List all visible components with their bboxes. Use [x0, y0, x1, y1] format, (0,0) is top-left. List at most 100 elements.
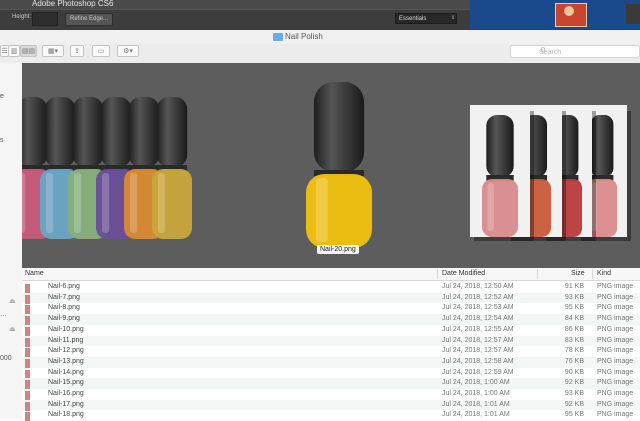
column-name-header[interactable]: Name — [25, 270, 44, 277]
left-bottles-stack[interactable] — [22, 97, 192, 239]
file-date: Jul 24, 2018, 1:00 AM — [442, 390, 510, 397]
file-date: Jul 24, 2018, 12:53 AM — [442, 304, 514, 312]
file-size: 92 KB — [564, 400, 584, 408]
file-name: Nail-13.png — [48, 357, 84, 365]
file-size: 78 KB — [564, 347, 584, 355]
file-kind: PNG image — [597, 390, 634, 397]
file-size: 84 KB — [564, 315, 584, 323]
file-size: 91 KB — [564, 283, 584, 290]
png-file-icon — [25, 401, 30, 411]
folder-icon — [273, 33, 283, 41]
file-name: Nail-15.png — [48, 379, 84, 387]
workspace-select[interactable]: Essentials — [395, 13, 457, 24]
eject-icon[interactable]: ⏏ — [9, 297, 16, 305]
png-file-icon — [25, 369, 30, 379]
gear-icon[interactable]: ⚙▾ — [117, 45, 139, 57]
file-size: 83 KB — [564, 336, 584, 344]
table-row[interactable]: Nail-12.png Jul 24, 2018, 12:57 AM 78 KB PN… — [22, 346, 640, 358]
file-name: Nail-17.png — [48, 400, 84, 408]
file-kind: PNG image — [597, 357, 634, 365]
table-row[interactable]: Nail-16.png Jul 24, 2018, 1:00 AM 93 KB PNG… — [22, 389, 640, 400]
file-name: Nail-8.png — [48, 304, 80, 312]
view-coverflow-icon[interactable]: ▤▤ — [20, 45, 37, 57]
file-size: 95 KB — [564, 304, 584, 312]
center-bottle-preview[interactable] — [306, 82, 372, 248]
png-file-icon — [25, 337, 30, 347]
table-row[interactable]: Nail-7.png Jul 24, 2018, 12:52 AM 93 KB PNG… — [22, 292, 640, 304]
file-date: Jul 24, 2018, 1:00 AM — [442, 379, 510, 387]
table-row[interactable]: Nail-13.png Jul 24, 2018, 12:58 AM 76 KB PN… — [22, 356, 640, 368]
file-size: 93 KB — [564, 390, 584, 397]
png-file-icon — [25, 358, 30, 368]
png-file-icon — [25, 294, 30, 304]
tag-icon[interactable]: ▭ — [92, 45, 110, 57]
file-name: Nail-9.png — [48, 315, 80, 323]
file-name: Nail-10.png — [48, 325, 84, 333]
file-name: Nail-6.png — [48, 283, 80, 290]
eject-icon-2[interactable]: ⏏ — [9, 325, 16, 333]
table-row[interactable]: Nail-11.png Jul 24, 2018, 12:57 AM 83 KB PN… — [22, 335, 640, 347]
sidebar-fragment-2[interactable]: s — [0, 137, 4, 144]
height-field[interactable] — [32, 12, 58, 26]
nail-polish-bottle[interactable] — [152, 97, 192, 239]
file-size: 93 KB — [564, 293, 584, 301]
right-bottles-stack[interactable] — [470, 105, 631, 241]
column-kind-header[interactable]: Kind — [597, 270, 611, 277]
sidebar-fragment-4[interactable]: 000 — [0, 355, 12, 362]
file-date: Jul 24, 2018, 1:01 AM — [442, 400, 510, 408]
preview-caption: Nail-20.png — [317, 245, 359, 254]
file-size: 90 KB — [564, 368, 584, 376]
share-icon[interactable]: ⇪ — [70, 45, 84, 57]
file-date: Jul 24, 2018, 12:52 AM — [442, 293, 514, 301]
png-file-icon — [25, 316, 30, 326]
sidebar-fragment-1[interactable]: e — [0, 93, 4, 100]
column-date-header[interactable]: Date Modified — [442, 270, 485, 277]
png-file-icon — [25, 326, 30, 336]
file-kind: PNG image — [597, 347, 634, 355]
table-row[interactable]: Nail-6.png Jul 24, 2018, 12:50 AM 91 KB PNG… — [22, 282, 640, 293]
file-date: Jul 24, 2018, 12:55 AM — [442, 325, 514, 333]
table-row[interactable]: Nail-15.png Jul 24, 2018, 1:00 AM 92 KB PNG… — [22, 378, 640, 390]
thumbnail-face — [564, 6, 574, 16]
file-name: Nail-16.png — [48, 390, 84, 397]
image-thumbnail-2[interactable] — [626, 4, 640, 24]
column-divider — [537, 269, 538, 279]
nail-polish-bottle-selected[interactable] — [306, 82, 372, 248]
photoshop-title: Adobe Photoshop CS6 — [32, 0, 114, 8]
refine-edge-button[interactable]: Refine Edge... — [65, 13, 113, 26]
view-columns-icon[interactable]: ▥ — [8, 45, 20, 57]
table-row[interactable]: Nail-8.png Jul 24, 2018, 12:53 AM 95 KB PNG… — [22, 303, 640, 315]
window-title: Nail Polish — [285, 32, 323, 41]
table-row[interactable]: Nail-10.png Jul 24, 2018, 12:55 AM 86 KB PN… — [22, 325, 640, 336]
search-input[interactable]: Search — [510, 45, 640, 58]
png-file-icon — [25, 348, 30, 358]
file-size: 92 KB — [564, 379, 584, 387]
table-row[interactable]: Nail-14.png Jul 24, 2018, 12:59 AM 90 KB PN… — [22, 368, 640, 379]
png-file-icon — [25, 391, 30, 400]
file-kind: PNG image — [597, 400, 634, 408]
file-name: Nail-12.png — [48, 347, 84, 355]
file-date: Jul 24, 2018, 12:54 AM — [442, 315, 514, 323]
table-row[interactable]: Nail-17.png Jul 24, 2018, 1:01 AM 92 KB PNG… — [22, 399, 640, 411]
png-file-icon — [25, 380, 30, 390]
file-kind: PNG image — [597, 304, 634, 312]
file-size: 86 KB — [564, 325, 584, 333]
file-date: Jul 24, 2018, 12:58 AM — [442, 357, 514, 365]
coverflow-preview[interactable] — [22, 63, 640, 268]
file-kind: PNG image — [597, 283, 634, 290]
group-menu-icon[interactable]: ▦▾ — [42, 45, 64, 57]
image-card[interactable] — [470, 105, 534, 241]
column-divider — [592, 269, 593, 279]
file-kind: PNG image — [597, 293, 634, 301]
table-row[interactable]: Nail-9.png Jul 24, 2018, 12:54 AM 84 KB PNG… — [22, 314, 640, 326]
file-kind: PNG image — [597, 411, 634, 419]
column-size-header[interactable]: Size — [571, 270, 585, 277]
file-date: Jul 24, 2018, 12:57 AM — [442, 336, 514, 344]
png-file-icon — [25, 284, 30, 293]
file-name: Nail-7.png — [48, 293, 80, 301]
file-name: Nail-18.png — [48, 411, 84, 419]
sidebar-fragment-3[interactable]: … — [0, 311, 7, 318]
file-name: Nail-14.png — [48, 368, 84, 376]
sidebar: e s … 000 ⏏ ⏏ — [0, 63, 22, 419]
table-row[interactable]: Nail-18.png Jul 24, 2018, 1:01 AM 95 KB PNG… — [22, 410, 640, 421]
